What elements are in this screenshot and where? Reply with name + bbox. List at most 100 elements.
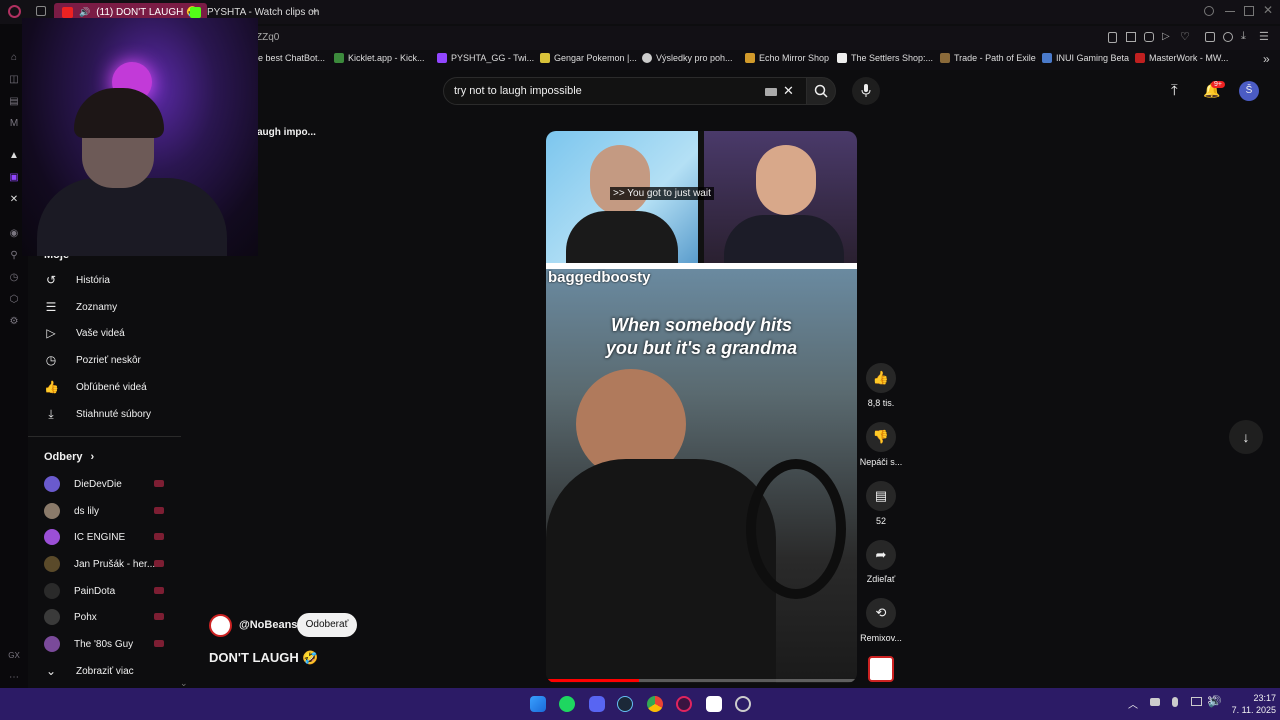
minimize-icon[interactable]: [1225, 11, 1235, 12]
remix-button[interactable]: ⟲: [866, 598, 896, 628]
chrome-icon[interactable]: [647, 696, 663, 712]
url-fragment[interactable]: ZZq0: [256, 32, 279, 43]
sidebar-divider: [28, 436, 181, 437]
windows-start-icon[interactable]: [530, 696, 546, 712]
search-tabs-icon[interactable]: [1204, 6, 1214, 16]
twitch-icon[interactable]: ▣: [8, 172, 20, 184]
settings-icon[interactable]: ⚙: [8, 316, 20, 328]
discord-icon[interactable]: [589, 696, 605, 712]
player-icon[interactable]: ◉: [8, 228, 20, 240]
dislike-button[interactable]: 👎: [866, 422, 896, 452]
channel-name[interactable]: @NoBeans: [239, 619, 297, 631]
search-button[interactable]: [806, 77, 836, 105]
share-button[interactable]: ➦: [866, 540, 896, 570]
short-video-player[interactable]: >> You got to just wait baggedboosty Whe…: [546, 131, 857, 683]
clock-time[interactable]: 23:17: [1232, 693, 1276, 703]
settings-gear-icon[interactable]: [735, 696, 751, 712]
subscription-item[interactable]: Jan Prušák - her...: [44, 555, 164, 573]
bookmark-item[interactable]: e best ChatBot...: [258, 53, 325, 63]
spotify-icon[interactable]: [559, 696, 575, 712]
sidebar-item-watch-later[interactable]: ◷ Pozrieť neskôr: [44, 350, 141, 370]
upload-icon[interactable]: ⤒: [1171, 82, 1178, 99]
subscription-item[interactable]: The '80s Guy: [44, 635, 164, 653]
voice-search-button[interactable]: [852, 77, 880, 105]
bag-icon[interactable]: ◫: [8, 74, 20, 86]
sidebar-item-downloads[interactable]: ⤓ Stiahnuté súbory: [44, 404, 151, 424]
search-input[interactable]: try not to laugh impossible: [454, 85, 582, 97]
subscription-item[interactable]: Pohx: [44, 608, 164, 626]
pin-icon[interactable]: ⚲: [8, 250, 20, 262]
bookmark-item[interactable]: PYSHTA_GG - Twi...: [437, 53, 534, 63]
aria-icon[interactable]: ▲: [8, 150, 20, 162]
menu-icon[interactable]: ☰: [1259, 30, 1269, 43]
x-icon[interactable]: ✕: [8, 194, 20, 206]
speaker-icon[interactable]: 🔊: [79, 7, 90, 18]
clear-search-button[interactable]: ✕: [783, 83, 794, 99]
extensions-icon[interactable]: [1205, 32, 1215, 42]
subscribe-button[interactable]: Odoberať: [297, 613, 357, 637]
sound-avatar[interactable]: [868, 656, 894, 682]
bookmark-item[interactable]: Echo Mirror Shop: [745, 53, 829, 63]
streamer-body: [37, 178, 227, 256]
bookmark-item[interactable]: Výsledky pro poh...: [642, 53, 733, 63]
sidebar-item-history[interactable]: ↺ História: [44, 270, 110, 290]
tray-display-icon[interactable]: [1191, 697, 1202, 706]
sidebar-item-playlists[interactable]: ☰ Zoznamy: [44, 297, 118, 317]
notifications-badge: 9+: [1211, 81, 1225, 88]
bookmark-item[interactable]: The Settlers Shop:...: [837, 53, 933, 63]
heart-icon[interactable]: ♡: [1180, 30, 1190, 43]
clock-date[interactable]: 7. 11. 2025: [1222, 705, 1276, 715]
tray-chevron-icon[interactable]: ︿: [1128, 696, 1138, 711]
vpn-icon[interactable]: [1144, 32, 1154, 42]
keyboard-icon[interactable]: [765, 88, 777, 96]
extensions-icon[interactable]: ⬡: [8, 294, 20, 306]
cursor-app-icon[interactable]: [706, 696, 722, 712]
comments-button[interactable]: ▤: [866, 481, 896, 511]
download-icon[interactable]: ⤓: [1241, 30, 1246, 43]
home-icon[interactable]: ⌂: [8, 52, 20, 64]
show-more-button[interactable]: ⌄ Zobraziť viac: [44, 661, 134, 681]
search-box[interactable]: try not to laugh impossible ✕: [443, 77, 807, 105]
like-button[interactable]: 👍: [866, 363, 896, 393]
chevron-right-icon: ›: [90, 451, 95, 463]
bookmark-item[interactable]: INUI Gaming Beta: [1042, 53, 1129, 63]
sidebar-item-liked[interactable]: 👍 Obľúbené videá: [44, 377, 147, 397]
subscription-item[interactable]: IC ENGINE: [44, 528, 164, 546]
bookmarks-more-button[interactable]: »: [1263, 52, 1270, 66]
sidebar-item-your-videos[interactable]: ▷ Vaše videá: [44, 323, 124, 343]
news-icon[interactable]: ▤: [8, 96, 20, 108]
tray-volume-icon[interactable]: 🔊: [1208, 695, 1222, 708]
close-window-icon[interactable]: ✕: [1263, 3, 1273, 17]
channel-avatar[interactable]: [209, 614, 232, 637]
opera-gx-icon[interactable]: [676, 696, 692, 712]
bookmark-item[interactable]: Trade - Path of Exile: [940, 53, 1036, 63]
snapshot-icon[interactable]: [1126, 32, 1136, 42]
profile-icon[interactable]: [1223, 32, 1233, 42]
gx-icon[interactable]: GX: [8, 650, 20, 662]
history-icon[interactable]: ◷: [8, 272, 20, 284]
subscription-item[interactable]: ds lily: [44, 502, 164, 520]
bookmark-item[interactable]: MasterWork - MW...: [1135, 53, 1228, 63]
new-tab-button[interactable]: +: [311, 4, 318, 18]
more-icon[interactable]: ⋯: [8, 672, 20, 684]
next-short-button[interactable]: ↓: [1229, 420, 1263, 454]
steam-icon[interactable]: [617, 696, 633, 712]
tab-manager-icon[interactable]: [36, 6, 46, 16]
mail-icon[interactable]: M: [8, 118, 20, 130]
progress-bar[interactable]: [546, 679, 857, 682]
tray-mic-icon[interactable]: [1172, 697, 1178, 707]
subscription-item[interactable]: DieDevDie: [44, 475, 164, 493]
subscription-item[interactable]: PainDota: [44, 582, 164, 600]
bookmark-item[interactable]: Gengar Pokemon |...: [540, 53, 637, 63]
live-indicator-icon: [154, 507, 164, 514]
subscriptions-heading[interactable]: Odbery ›: [44, 451, 94, 463]
playlist-title-partial[interactable]: augh impo...: [257, 127, 316, 138]
player-icon[interactable]: ▷: [1162, 31, 1170, 42]
tray-discord-icon[interactable]: [1150, 698, 1160, 706]
pin-icon[interactable]: [1108, 32, 1117, 43]
opera-logo-icon[interactable]: [8, 5, 21, 18]
avatar[interactable]: Š: [1239, 81, 1259, 101]
bookmark-item[interactable]: Kicklet.app - Kick...: [334, 53, 425, 63]
maximize-icon[interactable]: [1244, 6, 1254, 16]
avatar: [44, 609, 60, 625]
